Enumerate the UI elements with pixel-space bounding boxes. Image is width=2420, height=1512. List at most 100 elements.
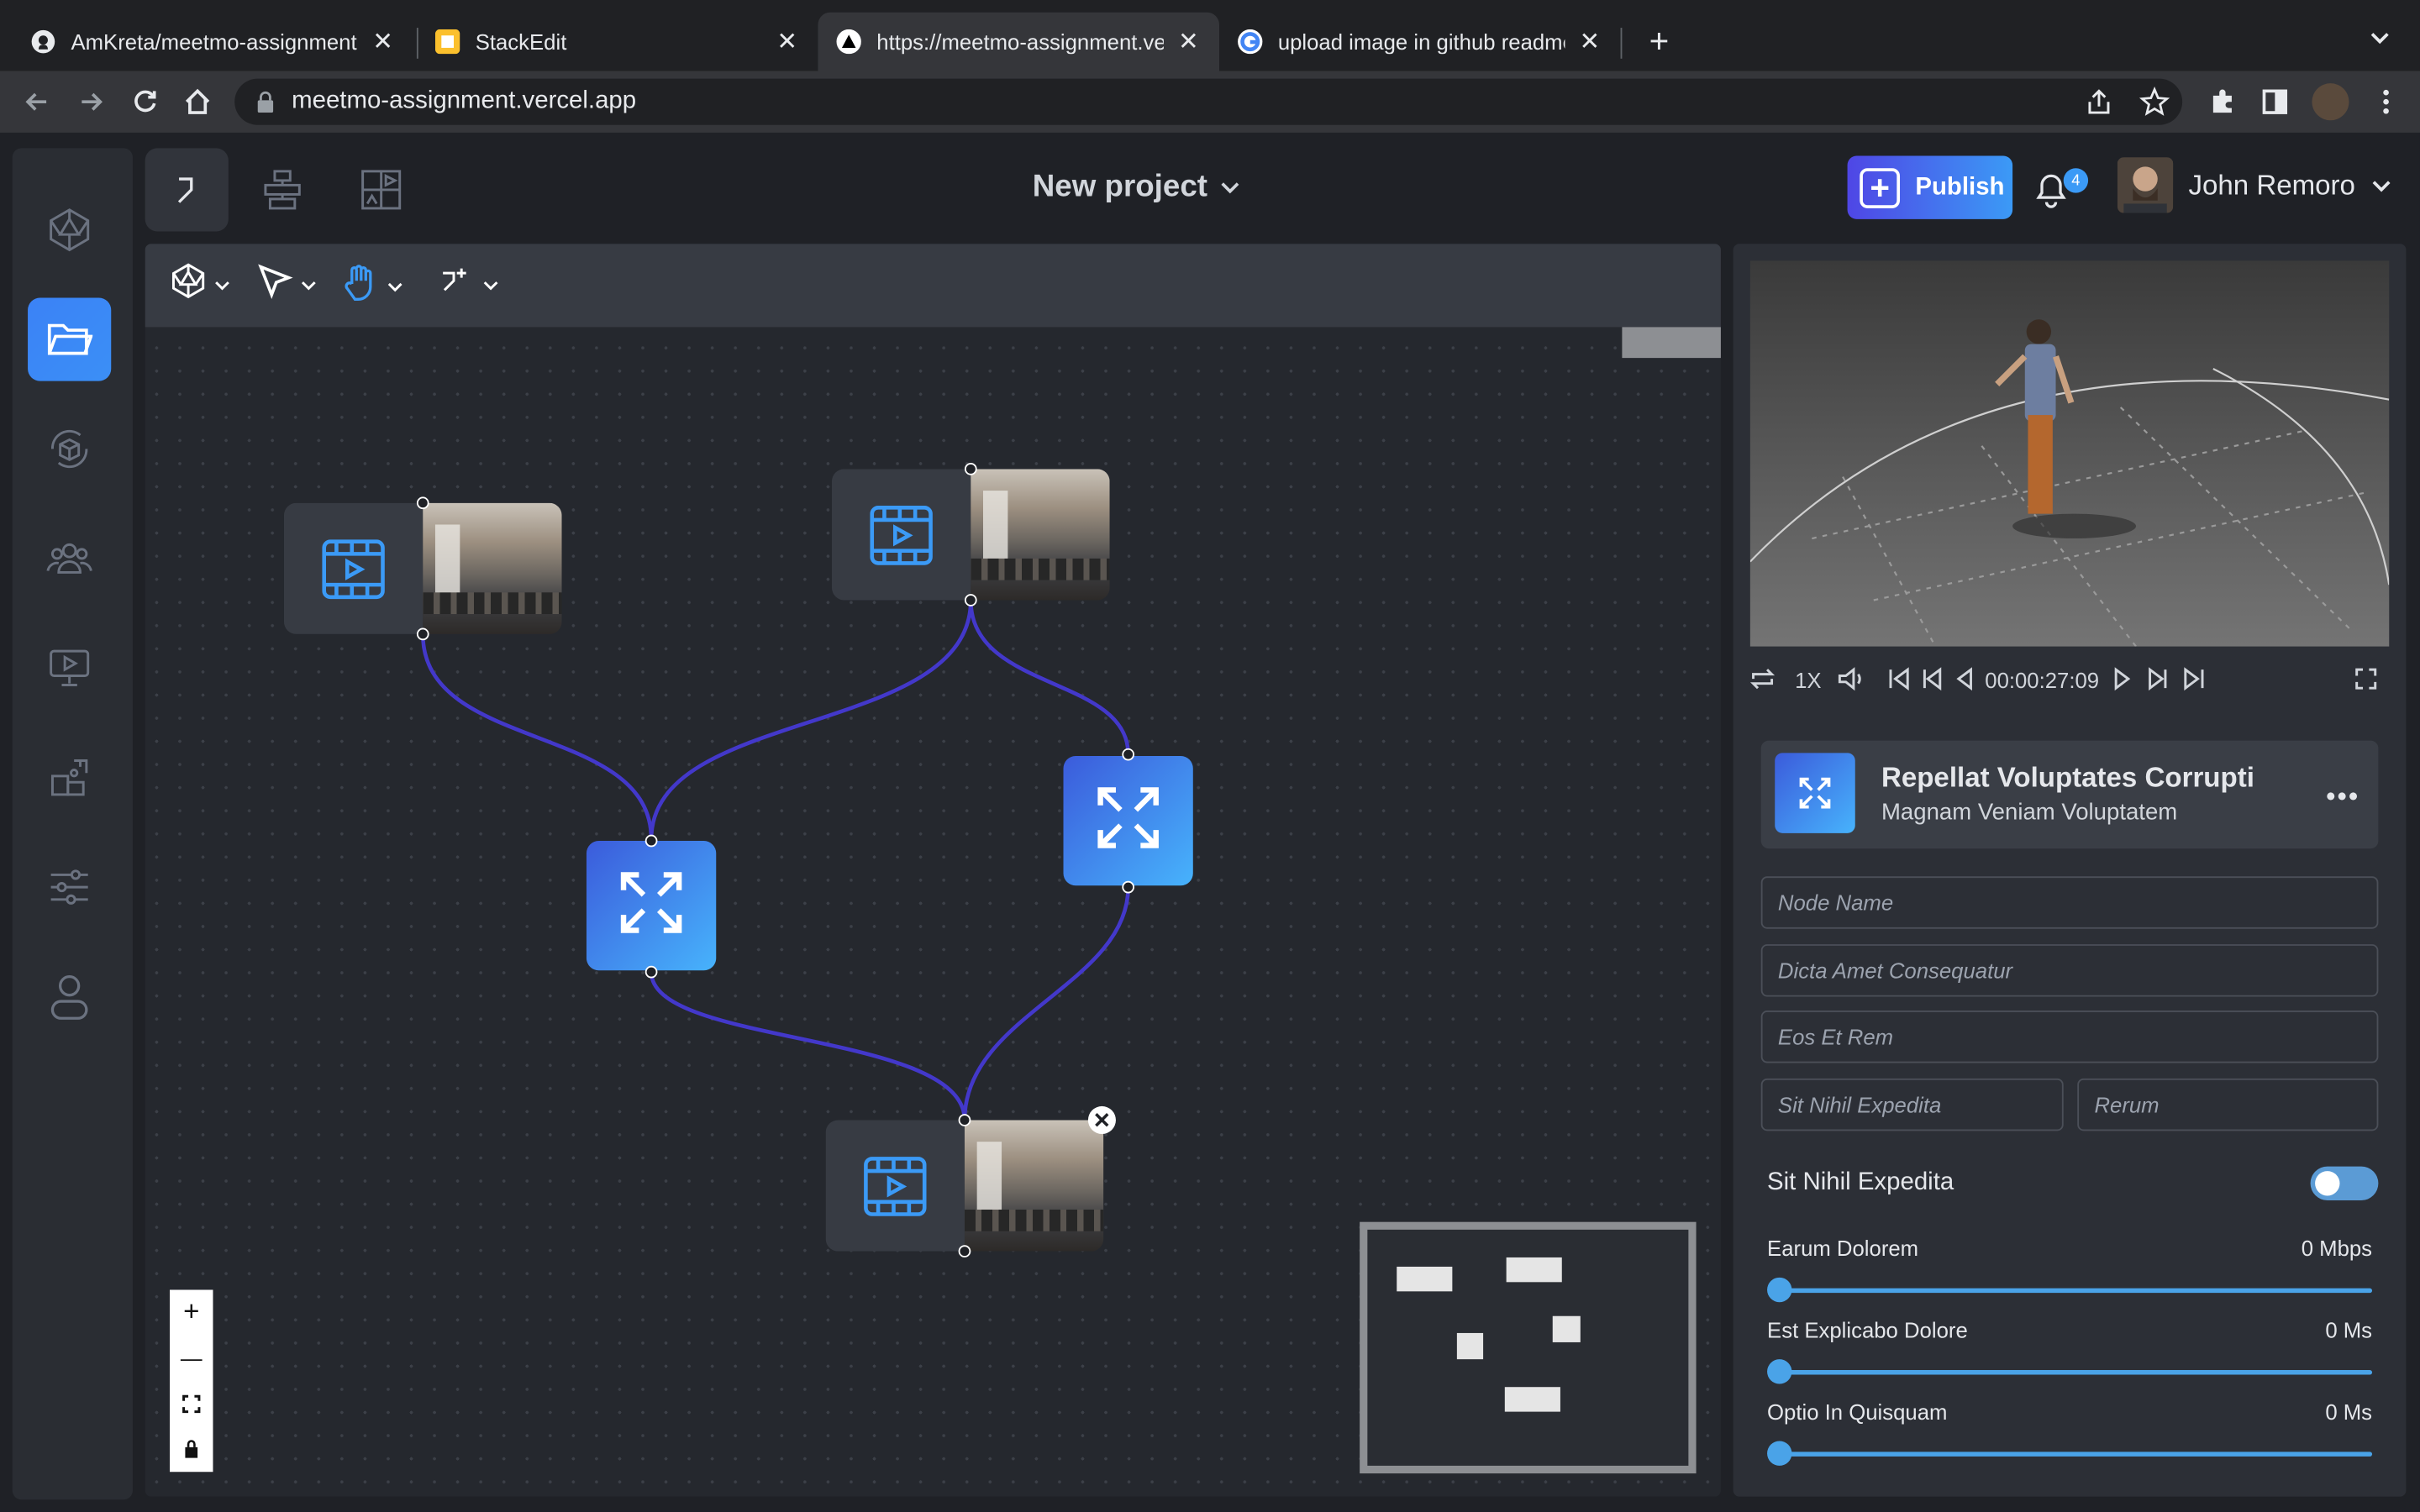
- node-name-input[interactable]: [1760, 876, 2379, 929]
- step-forward-icon[interactable]: [2145, 666, 2170, 696]
- project-title-dropdown[interactable]: New project: [1033, 170, 1242, 205]
- plus-icon: +: [1860, 167, 1901, 208]
- puzzle-icon[interactable]: [28, 736, 111, 819]
- address-bar[interactable]: meetmo-assignment.vercel.app: [234, 78, 2183, 125]
- network-icon[interactable]: [28, 188, 111, 271]
- text-field[interactable]: [2077, 1078, 2379, 1131]
- play-icon[interactable]: [2112, 666, 2133, 696]
- expand-arrows-icon: [1094, 783, 1162, 858]
- user-icon[interactable]: [28, 955, 111, 1038]
- browser-tab-meetmo[interactable]: https://meetmo-assignment.ve ✕: [818, 12, 1220, 71]
- back-arrow-icon[interactable]: [22, 87, 53, 118]
- minimap-node: [1456, 1332, 1484, 1360]
- top-bar: New project + Publish 4 John Remoro: [145, 148, 2405, 232]
- slider-thumb[interactable]: [1767, 1277, 1792, 1303]
- media-grid-icon[interactable]: [339, 148, 423, 231]
- tab-title: AmKreta/meetmo-assignment:: [71, 29, 359, 55]
- playback-speed[interactable]: 1X: [1795, 668, 1821, 692]
- menu-dots-icon[interactable]: [2370, 87, 2402, 118]
- node-handle[interactable]: [416, 627, 429, 641]
- sliders-icon[interactable]: [28, 846, 111, 929]
- node-handle[interactable]: [1122, 880, 1134, 894]
- fit-view-button[interactable]: [170, 1381, 213, 1426]
- profile-avatar[interactable]: [2312, 83, 2349, 121]
- browser-toolbar: meetmo-assignment.vercel.app: [0, 71, 2420, 133]
- project-title: New project: [1032, 170, 1207, 204]
- frame-back-icon[interactable]: [1954, 666, 1976, 696]
- close-tab-icon[interactable]: ✕: [371, 26, 395, 57]
- cube-sync-icon[interactable]: [28, 407, 111, 491]
- home-icon[interactable]: [182, 87, 213, 118]
- extensions-puzzle-icon[interactable]: [2207, 87, 2238, 118]
- lock-button[interactable]: [170, 1426, 213, 1472]
- zoom-in-button[interactable]: +: [170, 1290, 213, 1336]
- close-tab-icon[interactable]: ✕: [1577, 26, 1602, 57]
- tab-title: StackEdit: [475, 29, 567, 55]
- text-field[interactable]: [1760, 1078, 2064, 1131]
- node-handle[interactable]: [1122, 748, 1134, 761]
- user-menu[interactable]: John Remoro: [2117, 157, 2392, 213]
- node-handle[interactable]: [644, 834, 658, 848]
- close-tab-icon[interactable]: ✕: [775, 26, 799, 57]
- flow-icon[interactable]: [145, 148, 229, 232]
- video-node[interactable]: [283, 502, 562, 634]
- more-options-button[interactable]: •••: [2326, 780, 2360, 813]
- skip-to-start-icon[interactable]: [1886, 666, 1911, 696]
- node-handle[interactable]: [416, 496, 429, 510]
- users-icon[interactable]: [28, 517, 111, 600]
- volume-icon[interactable]: [1837, 666, 1865, 696]
- node-handle[interactable]: [964, 594, 977, 606]
- process-node-selected[interactable]: [1063, 755, 1193, 886]
- bookmark-star-icon[interactable]: [2139, 86, 2170, 118]
- browser-tab-google[interactable]: upload image in github readme ✕: [1219, 13, 1621, 71]
- flow-canvas[interactable]: ✕ + —: [145, 244, 1721, 1497]
- node-handle[interactable]: [644, 965, 658, 979]
- fullscreen-icon[interactable]: [2354, 666, 2378, 696]
- share-icon[interactable]: [2084, 87, 2115, 118]
- node-handle[interactable]: [958, 1245, 971, 1257]
- slider-track[interactable]: [1773, 1452, 2373, 1457]
- text-field[interactable]: [1760, 944, 2379, 997]
- side-panel-icon[interactable]: [2260, 87, 2291, 118]
- chevron-down-icon: [2370, 169, 2392, 202]
- slider-thumb[interactable]: [1767, 1359, 1792, 1384]
- url-text: meetmo-assignment.vercel.app: [292, 87, 637, 114]
- slider-value: 0 Ms: [2325, 1317, 2373, 1342]
- zoom-out-button[interactable]: —: [170, 1336, 213, 1381]
- text-field[interactable]: [1760, 1011, 2379, 1063]
- loop-icon[interactable]: [1749, 666, 1776, 696]
- new-tab-button[interactable]: +: [1640, 22, 1677, 62]
- minimap-node: [1552, 1315, 1581, 1342]
- zoom-controls: + —: [170, 1289, 213, 1473]
- 3d-preview-scene: [1749, 319, 2390, 647]
- node-handle[interactable]: [964, 463, 977, 475]
- node-handle[interactable]: [958, 1114, 971, 1126]
- toggle-label: Sit Nihil Expedita: [1767, 1169, 1954, 1196]
- expand-arrows-icon: [618, 868, 686, 943]
- process-node[interactable]: [586, 841, 717, 971]
- slider-track[interactable]: [1773, 1370, 2373, 1375]
- browser-tab-stackedit[interactable]: StackEdit ✕: [417, 13, 818, 71]
- tab-search-chevron-icon[interactable]: [2368, 24, 2392, 57]
- slider-thumb[interactable]: [1767, 1441, 1792, 1466]
- edge: [649, 971, 967, 1121]
- slider-track[interactable]: [1773, 1288, 2373, 1294]
- delete-node-icon[interactable]: ✕: [1087, 1105, 1116, 1134]
- skip-to-end-icon[interactable]: [2182, 666, 2207, 696]
- notification-badge: 4: [2063, 168, 2089, 193]
- publish-button[interactable]: + Publish: [1847, 155, 2013, 219]
- video-player[interactable]: [1749, 260, 2390, 647]
- step-back-icon[interactable]: [1920, 666, 1944, 696]
- video-node[interactable]: [825, 1120, 1104, 1252]
- video-node[interactable]: [831, 469, 1110, 601]
- presentation-icon[interactable]: [28, 627, 111, 710]
- close-tab-icon[interactable]: ✕: [1176, 26, 1201, 57]
- browser-tab-github[interactable]: AmKreta/meetmo-assignment: ✕: [13, 13, 414, 71]
- folder-icon[interactable]: [28, 297, 112, 381]
- forward-arrow-icon[interactable]: [76, 87, 107, 118]
- player-controls: 1X 00:00:27:09: [1745, 664, 2393, 697]
- minimap[interactable]: [1360, 1221, 1697, 1474]
- toggle-switch[interactable]: [2310, 1166, 2379, 1200]
- reload-icon[interactable]: [129, 87, 160, 118]
- hierarchy-icon[interactable]: [241, 148, 324, 231]
